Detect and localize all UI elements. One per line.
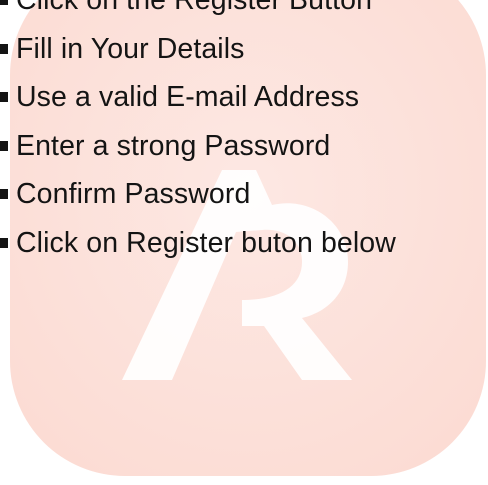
list-item: Click on the Register Button [0,0,396,25]
bullet-icon [0,189,8,200]
instruction-list: Click on the Register Button Fill in You… [0,0,396,268]
bullet-icon [0,43,8,54]
list-item: Fill in Your Details [0,25,396,74]
bullet-icon [0,0,8,5]
bullet-icon [0,237,8,248]
list-item-label: Click on the Register Button [16,0,373,16]
instruction-slide: Click on the Register Button Fill in You… [0,0,488,485]
list-item: Confirm Password [0,170,396,219]
list-item-label: Click on Register buton below [16,226,396,259]
list-item: Enter a strong Password [0,122,396,171]
list-item: Click on Register buton below [0,219,396,268]
bullet-icon [0,140,8,151]
list-item-label: Use a valid E-mail Address [16,81,360,114]
list-item-label: Confirm Password [16,178,251,211]
list-item-label: Fill in Your Details [16,32,245,65]
list-item: Use a valid E-mail Address [0,73,396,122]
bullet-icon [0,92,8,103]
list-item-label: Enter a strong Password [16,129,331,162]
